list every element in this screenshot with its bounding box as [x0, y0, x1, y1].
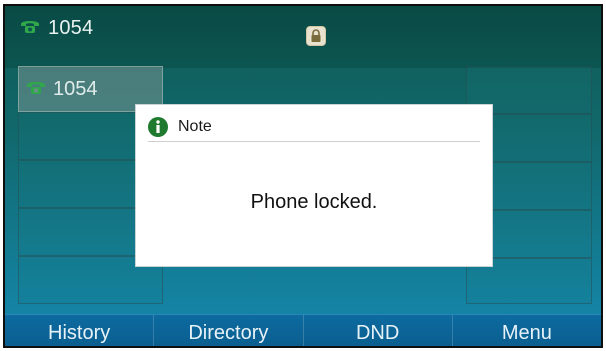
status-bar: 1054 [5, 6, 601, 68]
status-line-account: 1054 [19, 17, 93, 40]
phone-screen: 1054 1054 History Directory DND Menu Not… [3, 4, 603, 348]
status-line-label: 1054 [48, 17, 94, 39]
line-key-label: 1054 [53, 77, 98, 100]
info-icon [148, 117, 168, 137]
phone-handset-icon [19, 18, 41, 39]
softkey-directory[interactable]: Directory [154, 315, 304, 346]
note-dialog: Note Phone locked. [136, 105, 492, 266]
dialog-header: Note [148, 113, 480, 142]
softkey-bar: History Directory DND Menu [5, 314, 601, 346]
softkey-menu[interactable]: Menu [453, 315, 601, 346]
softkey-dnd[interactable]: DND [304, 315, 453, 346]
dialog-title: Note [178, 118, 212, 135]
lock-icon [306, 26, 326, 46]
phone-handset-icon [25, 79, 47, 100]
dialog-message: Phone locked. [250, 191, 378, 213]
softkey-history[interactable]: History [5, 315, 155, 346]
